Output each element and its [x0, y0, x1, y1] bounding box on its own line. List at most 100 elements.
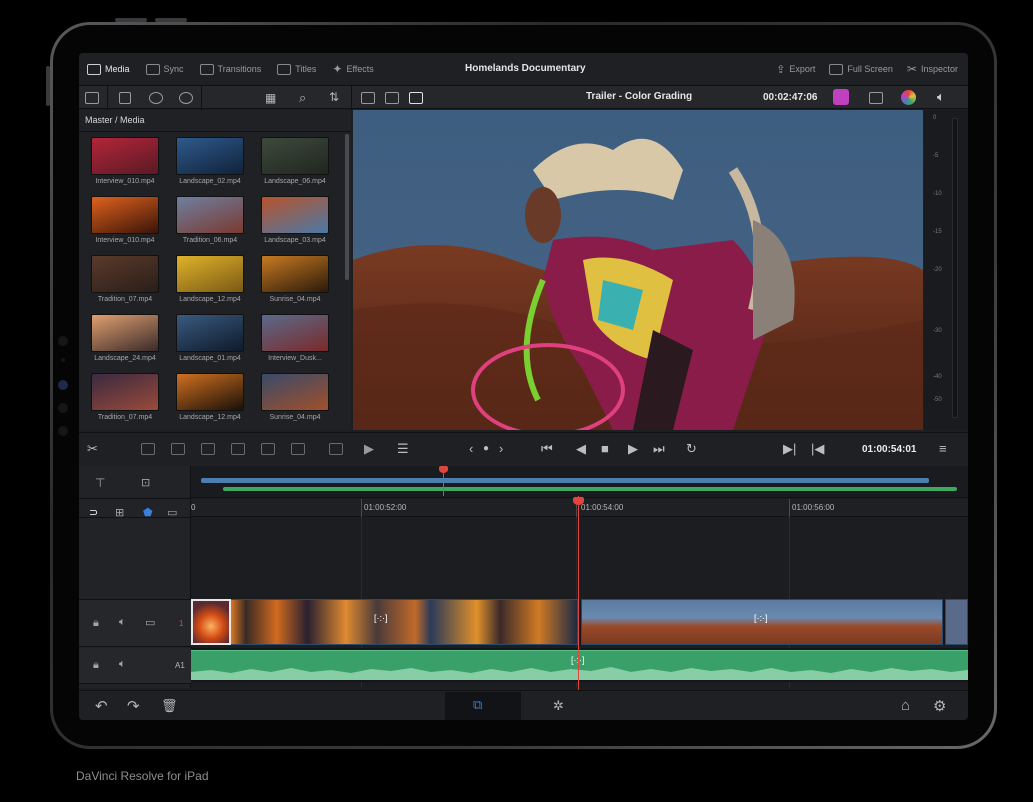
media-clip-thumbnail[interactable]: Landscape_06.mp4 — [261, 137, 329, 187]
tab-effects[interactable]: ✦ Effects — [332, 62, 373, 76]
clip-name: Interview_Dusk... — [268, 355, 322, 362]
tab-label: Transitions — [217, 64, 262, 74]
go-to-end-icon[interactable]: ⏭ — [653, 441, 665, 457]
top-bar-actions: ⇪ Export Full Screen ✂ Inspector — [776, 53, 958, 85]
redo-icon[interactable]: ↷ — [127, 697, 140, 715]
clip-thumbnail-image — [261, 196, 329, 234]
timeline-minimap[interactable] — [191, 466, 968, 498]
clip-thumbnail-image — [176, 137, 244, 175]
media-clip-thumbnail[interactable]: Tradition_07.mp4 — [91, 255, 159, 305]
jog-right-icon[interactable]: › — [499, 441, 503, 456]
play-reverse-icon[interactable]: ◀ — [576, 441, 586, 457]
settings-icon[interactable]: ⚙ — [933, 697, 946, 715]
camera-icon[interactable] — [833, 89, 849, 105]
overwrite-icon[interactable] — [171, 443, 185, 455]
viewer[interactable] — [353, 110, 923, 430]
lock-icon[interactable]: 🔒︎ — [93, 617, 99, 630]
mute-icon[interactable]: 🔈︎ — [119, 616, 126, 629]
transition-marker[interactable]: [·:·] — [374, 613, 388, 623]
media-clip-thumbnail[interactable]: Landscape_12.mp4 — [176, 373, 244, 423]
tab-titles[interactable]: Titles — [277, 63, 316, 75]
ripple-icon[interactable] — [329, 443, 343, 455]
place-on-top-icon[interactable] — [261, 443, 275, 455]
sliders-icon[interactable]: ☰ — [397, 441, 409, 457]
color-wheel-icon[interactable] — [901, 90, 916, 105]
stop-icon[interactable]: ■ — [601, 441, 609, 456]
tab-sync[interactable]: Sync — [145, 63, 184, 75]
ruler-label: 01:00:54:00 — [581, 503, 624, 512]
tab-media[interactable]: Media — [87, 63, 130, 75]
relink-icon[interactable] — [149, 92, 163, 104]
transitions-icon — [199, 63, 214, 75]
side-button — [46, 66, 50, 106]
home-icon[interactable]: ⌂ — [901, 697, 910, 714]
viewer-clip-title[interactable]: Trailer - Color Grading — [586, 91, 692, 102]
menu-icon[interactable]: ≡ — [939, 441, 947, 456]
audio-meter: 0 -5 -10 -15 -20 -30 -40 -50 — [924, 110, 968, 430]
media-clip-thumbnail[interactable]: Tradition_07.mp4 — [91, 373, 159, 423]
jog-dot-icon[interactable]: ● — [483, 443, 489, 454]
fullscreen-button[interactable]: Full Screen — [829, 63, 893, 75]
grid-view-icon[interactable]: ▦ — [265, 91, 276, 105]
mute-icon[interactable]: 🔈︎ — [119, 658, 126, 671]
page-tab-color[interactable]: ✲ — [553, 698, 564, 714]
undo-icon[interactable]: ↶ — [95, 697, 108, 715]
camera-dot — [58, 380, 68, 390]
minimap-playhead-handle[interactable] — [439, 466, 448, 473]
page-tab-cut[interactable]: ⧉ — [445, 692, 521, 720]
insert-icon[interactable] — [141, 443, 155, 455]
import-icon[interactable] — [119, 92, 131, 104]
export-button[interactable]: ⇪ Export — [776, 63, 815, 76]
trash-icon[interactable]: 🗑︎ — [161, 698, 178, 714]
track-options-icon[interactable]: ⊡ — [141, 476, 150, 489]
viewer-mode-icon[interactable] — [361, 92, 375, 104]
playhead[interactable] — [578, 496, 579, 692]
media-clip-thumbnail[interactable]: Tradition_06.mp4 — [176, 196, 244, 246]
media-clip-thumbnail[interactable]: Sunrise_04.mp4 — [261, 255, 329, 305]
loop-icon[interactable]: ↻ — [686, 441, 697, 457]
media-clip-thumbnail[interactable]: Interview_010.mp4 — [91, 137, 159, 187]
media-clip-thumbnail[interactable]: Interview_010.mp4 — [91, 196, 159, 246]
track-display-icon[interactable]: ▭ — [145, 616, 155, 629]
tab-transitions[interactable]: Transitions — [199, 63, 262, 75]
prev-edit-icon[interactable]: |◀ — [811, 441, 824, 457]
media-clip-thumbnail[interactable]: Sunrise_04.mp4 — [261, 373, 329, 423]
camera-dot — [61, 358, 65, 362]
video-clip-next[interactable] — [945, 599, 968, 645]
fit-to-fill-icon[interactable] — [231, 443, 245, 455]
go-to-start-icon[interactable]: ⏮ — [541, 441, 553, 457]
inspector-button[interactable]: ✂ Inspector — [907, 62, 958, 76]
play-icon[interactable]: ▶ — [628, 441, 638, 457]
sidebar-toggle-icon[interactable] — [85, 92, 99, 104]
next-edit-icon[interactable]: ▶| — [783, 441, 796, 457]
top-bar: Media Sync Transitions Titles ✦ Effects … — [79, 53, 968, 85]
toolbar-divider — [201, 86, 202, 110]
lock-icon[interactable]: 🔒︎ — [93, 659, 99, 672]
jog-left-icon[interactable]: ‹ — [469, 441, 473, 456]
source-tape-icon[interactable] — [385, 92, 399, 104]
link-icon[interactable] — [179, 92, 193, 104]
media-clip-thumbnail[interactable]: Landscape_12.mp4 — [176, 255, 244, 305]
media-pool-divider — [79, 131, 351, 132]
replace-icon[interactable] — [201, 443, 215, 455]
media-pool-scrollbar[interactable] — [345, 134, 349, 280]
media-clip-thumbnail[interactable]: Landscape_03.mp4 — [261, 196, 329, 246]
sort-icon[interactable]: ⇅ — [329, 90, 339, 104]
selected-clip-thumbnail[interactable] — [191, 599, 231, 645]
media-clip-thumbnail[interactable]: Interview_Dusk... — [261, 314, 329, 364]
camera-dot — [58, 426, 68, 436]
append-icon[interactable] — [291, 443, 305, 455]
transition-marker[interactable]: [·:·] — [754, 613, 768, 623]
search-icon[interactable]: ⌕ — [299, 90, 306, 106]
media-clip-thumbnail[interactable]: Landscape_01.mp4 — [176, 314, 244, 364]
play-clip-icon[interactable]: ▶ — [364, 441, 374, 457]
media-clip-thumbnail[interactable]: Landscape_24.mp4 — [91, 314, 159, 364]
volume-icon[interactable]: 🔈︎ — [937, 89, 945, 105]
safe-area-icon[interactable] — [869, 92, 883, 104]
clip-name: Tradition_07.mp4 — [97, 414, 153, 421]
media-clip-thumbnail[interactable]: Landscape_02.mp4 — [176, 137, 244, 187]
timeline-view-icon[interactable] — [409, 92, 423, 104]
blade-tool-icon[interactable]: ✂ — [87, 441, 98, 457]
trim-tool-icon[interactable]: ⊤ — [95, 476, 105, 490]
meter-tick: -5 — [933, 153, 939, 159]
